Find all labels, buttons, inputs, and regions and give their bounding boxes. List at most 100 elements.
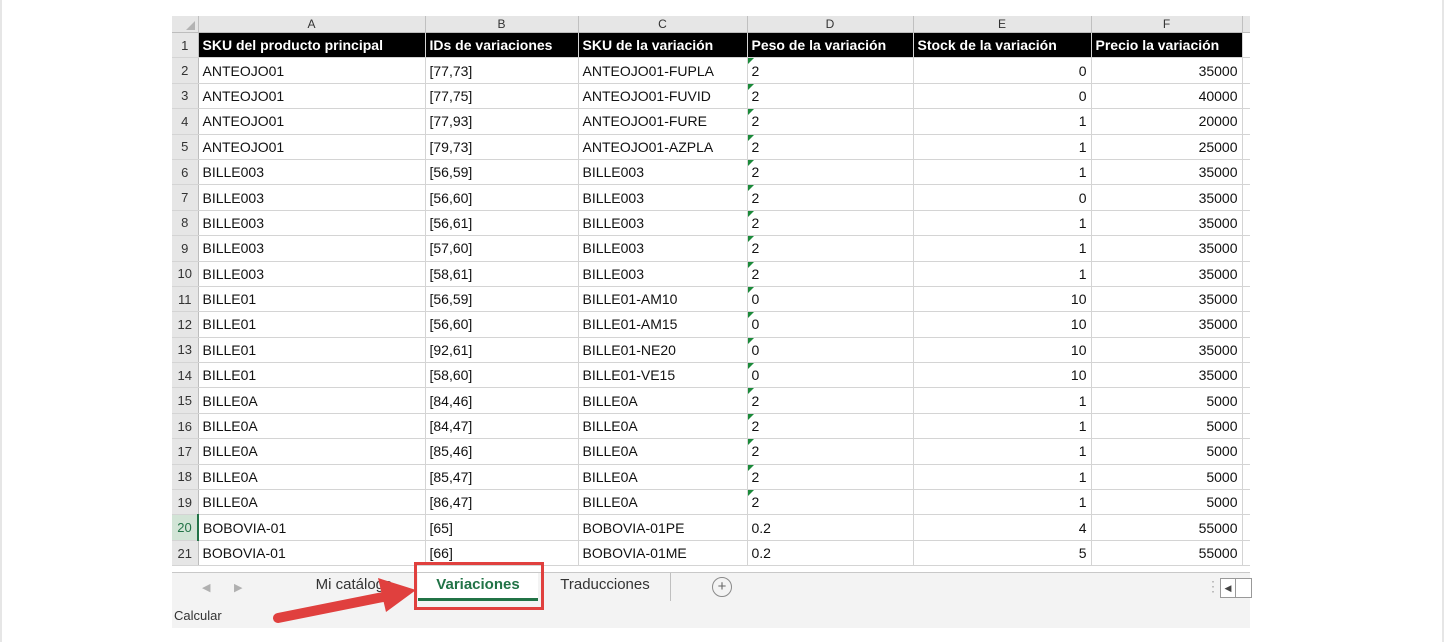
variation-ids-cell[interactable]: [84,47]: [425, 413, 579, 440]
variation-ids-cell[interactable]: [56,60]: [425, 184, 579, 211]
parent-sku-cell[interactable]: ANTEOJO01: [198, 134, 426, 160]
variation-weight-cell[interactable]: 0.2: [747, 514, 914, 541]
parent-sku-cell[interactable]: BILLE003: [198, 184, 426, 211]
parent-sku-cell[interactable]: BILLE0A: [198, 464, 426, 491]
add-sheet-icon[interactable]: +: [712, 577, 732, 597]
variation-price-cell[interactable]: 5000: [1091, 464, 1243, 491]
variation-price-cell[interactable]: 5000: [1091, 438, 1243, 465]
variation-ids-cell[interactable]: [85,46]: [425, 438, 579, 465]
variation-price-cell[interactable]: 35000: [1091, 159, 1243, 186]
row-number[interactable]: 18: [172, 464, 199, 491]
row-number[interactable]: 4: [172, 108, 199, 135]
variation-weight-cell[interactable]: 2: [747, 108, 914, 135]
row-number[interactable]: 12: [172, 311, 199, 338]
parent-sku-cell[interactable]: BILLE01: [198, 286, 426, 313]
variation-stock-cell[interactable]: 1: [913, 261, 1092, 287]
variation-stock-cell[interactable]: 1: [913, 387, 1092, 414]
row-number[interactable]: 5: [172, 134, 199, 160]
variation-sku-cell[interactable]: BILLE01-AM10: [578, 286, 748, 313]
parent-sku-cell[interactable]: ANTEOJO01: [198, 57, 426, 84]
row-number[interactable]: 2: [172, 57, 199, 84]
variation-stock-cell[interactable]: 1: [913, 108, 1092, 135]
variation-sku-cell[interactable]: BILLE0A: [578, 387, 748, 414]
row-number[interactable]: 11: [172, 286, 199, 313]
variation-weight-cell[interactable]: 2: [747, 159, 914, 186]
variation-stock-cell[interactable]: 0: [913, 184, 1092, 211]
column-header-d[interactable]: D: [747, 16, 914, 33]
variation-stock-cell[interactable]: 1: [913, 489, 1092, 516]
variation-price-cell[interactable]: 20000: [1091, 108, 1243, 135]
variation-weight-cell[interactable]: 2: [747, 413, 914, 440]
variation-weight-cell[interactable]: 0.2: [747, 540, 914, 567]
variation-stock-cell[interactable]: 1: [913, 235, 1092, 262]
variation-weight-cell[interactable]: 2: [747, 83, 914, 110]
variation-stock-cell[interactable]: 10: [913, 337, 1092, 364]
parent-sku-cell[interactable]: ANTEOJO01: [198, 108, 426, 135]
row-number[interactable]: 20: [172, 514, 199, 541]
variation-ids-cell[interactable]: [77,73]: [425, 57, 579, 84]
variation-price-cell[interactable]: 35000: [1091, 184, 1243, 211]
variation-sku-cell[interactable]: BILLE003: [578, 235, 748, 262]
variation-weight-cell[interactable]: 2: [747, 210, 914, 237]
variation-stock-cell[interactable]: 10: [913, 286, 1092, 313]
parent-sku-cell[interactable]: BILLE003: [198, 235, 426, 262]
table-header-cell[interactable]: SKU de la variación: [578, 32, 748, 59]
scroll-tabs-left-icon[interactable]: ◀: [202, 581, 210, 594]
variation-sku-cell[interactable]: ANTEOJO01-FURE: [578, 108, 748, 135]
scroll-left-icon[interactable]: ◀: [1221, 579, 1236, 597]
variation-price-cell[interactable]: 5000: [1091, 489, 1243, 516]
variation-ids-cell[interactable]: [77,75]: [425, 83, 579, 110]
row-number[interactable]: 19: [172, 489, 199, 516]
variation-price-cell[interactable]: 35000: [1091, 362, 1243, 389]
variation-sku-cell[interactable]: ANTEOJO01-FUPLA: [578, 57, 748, 84]
row-number[interactable]: 14: [172, 362, 199, 389]
variation-sku-cell[interactable]: BILLE0A: [578, 464, 748, 491]
column-header-f[interactable]: F: [1091, 16, 1243, 33]
table-header-cell[interactable]: IDs de variaciones: [425, 32, 579, 59]
parent-sku-cell[interactable]: BILLE003: [198, 261, 426, 287]
variation-stock-cell[interactable]: 10: [913, 311, 1092, 338]
variation-stock-cell[interactable]: 1: [913, 210, 1092, 237]
variation-weight-cell[interactable]: 2: [747, 489, 914, 516]
row-number[interactable]: 3: [172, 83, 199, 110]
scroll-tabs-right-icon[interactable]: ▶: [234, 581, 242, 594]
spreadsheet-grid[interactable]: A B C D E F 1 SKU del producto principal…: [172, 16, 1250, 572]
tab-traducciones[interactable]: Traducciones: [540, 573, 671, 601]
variation-stock-cell[interactable]: 1: [913, 438, 1092, 465]
parent-sku-cell[interactable]: BILLE0A: [198, 413, 426, 440]
variation-sku-cell[interactable]: BILLE01-NE20: [578, 337, 748, 364]
column-header-b[interactable]: B: [425, 16, 579, 33]
row-number[interactable]: 6: [172, 159, 199, 186]
variation-ids-cell[interactable]: [85,47]: [425, 464, 579, 491]
variation-stock-cell[interactable]: 5: [913, 540, 1092, 567]
variation-ids-cell[interactable]: [58,60]: [425, 362, 579, 389]
parent-sku-cell[interactable]: BILLE003: [198, 159, 426, 186]
row-number[interactable]: 21: [172, 540, 199, 567]
variation-price-cell[interactable]: 35000: [1091, 286, 1243, 313]
variation-price-cell[interactable]: 25000: [1091, 134, 1243, 160]
horizontal-scrollbar[interactable]: ◀: [1220, 578, 1252, 598]
row-number[interactable]: 1: [172, 32, 199, 59]
variation-price-cell[interactable]: 55000: [1091, 514, 1243, 541]
variation-ids-cell[interactable]: [58,61]: [425, 261, 579, 287]
variation-weight-cell[interactable]: 2: [747, 57, 914, 84]
variation-weight-cell[interactable]: 0: [747, 337, 914, 364]
table-header-cell[interactable]: SKU del producto principal: [198, 32, 426, 59]
variation-price-cell[interactable]: 55000: [1091, 540, 1243, 567]
variation-sku-cell[interactable]: BOBOVIA-01ME: [578, 540, 748, 567]
variation-ids-cell[interactable]: [92,61]: [425, 337, 579, 364]
variation-ids-cell[interactable]: [86,47]: [425, 489, 579, 516]
variation-weight-cell[interactable]: 2: [747, 261, 914, 287]
variation-sku-cell[interactable]: BILLE003: [578, 159, 748, 186]
variation-stock-cell[interactable]: 1: [913, 159, 1092, 186]
column-header-e[interactable]: E: [913, 16, 1092, 33]
variation-sku-cell[interactable]: BILLE003: [578, 210, 748, 237]
variation-ids-cell[interactable]: [77,93]: [425, 108, 579, 135]
variation-price-cell[interactable]: 35000: [1091, 311, 1243, 338]
parent-sku-cell[interactable]: ANTEOJO01: [198, 83, 426, 110]
variation-weight-cell[interactable]: 2: [747, 235, 914, 262]
variation-sku-cell[interactable]: ANTEOJO01-AZPLA: [578, 134, 748, 160]
table-header-cell[interactable]: Stock de la variación: [913, 32, 1092, 59]
variation-ids-cell[interactable]: [65]: [425, 514, 579, 541]
column-header-c[interactable]: C: [578, 16, 748, 33]
